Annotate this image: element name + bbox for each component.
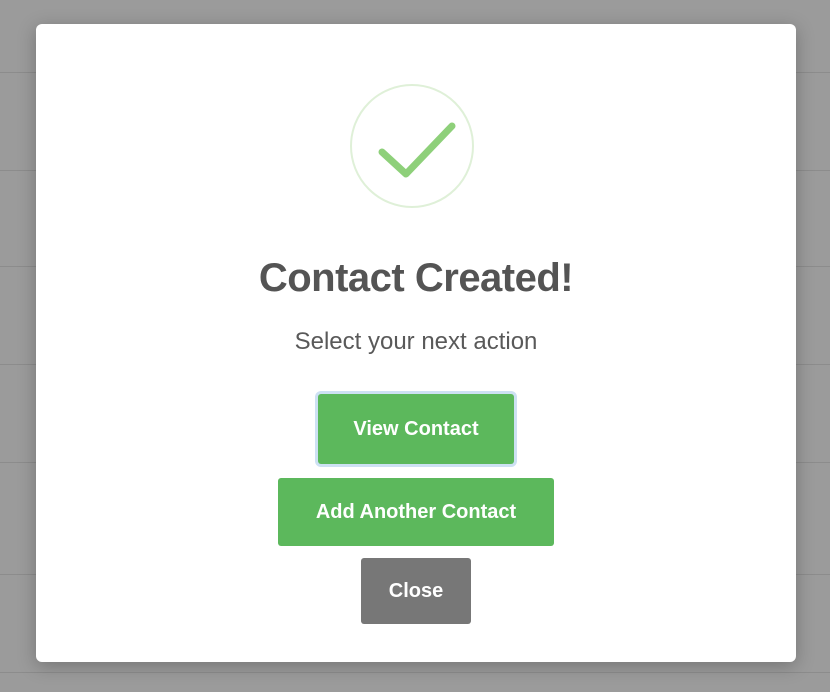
background-table-header bbox=[96, 8, 396, 22]
close-button[interactable]: Close bbox=[361, 558, 471, 624]
add-another-contact-button[interactable]: Add Another Contact bbox=[278, 478, 554, 546]
modal-title: Contact Created! bbox=[258, 256, 574, 300]
background-table-divider bbox=[0, 672, 830, 673]
success-modal: Contact Created! Select your next action… bbox=[36, 24, 796, 662]
view-contact-button[interactable]: View Contact bbox=[318, 394, 514, 464]
checkmark-icon bbox=[350, 84, 474, 208]
modal-subtitle: Select your next action bbox=[294, 328, 538, 355]
